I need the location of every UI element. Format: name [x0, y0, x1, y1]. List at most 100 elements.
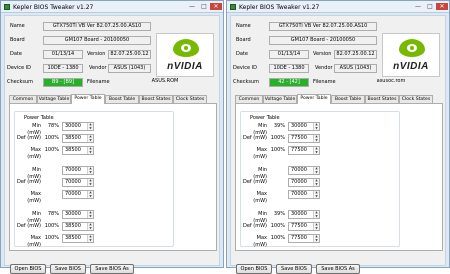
tab-common[interactable]: Common: [9, 95, 37, 103]
name-label: Name: [236, 23, 251, 29]
tab-boost-table[interactable]: Boost Table: [105, 95, 139, 103]
power-value-spinner[interactable]: 77500 ▲ ▼: [288, 222, 320, 231]
tab-voltage-table[interactable]: Voltage Table: [37, 95, 71, 103]
spinner-arrows-icon[interactable]: ▲ ▼: [87, 210, 93, 218]
checksum-field: 42 - [42]: [269, 78, 309, 87]
power-value-spinner[interactable]: 70000 ▲ ▼: [288, 178, 320, 187]
power-value-text[interactable]: 38500: [65, 223, 81, 229]
minimize-button[interactable]: —: [413, 3, 423, 10]
power-value-text[interactable]: 70000: [65, 191, 81, 197]
save-bios-as-button[interactable]: Save BIOS As: [90, 264, 134, 274]
name-field: GTX750Ti VB Ver 82.07.25.00.AS10: [43, 22, 151, 31]
power-value-text[interactable]: 70000: [291, 191, 307, 197]
open-bios-button[interactable]: Open BIOS: [236, 264, 272, 274]
tab-voltage-table[interactable]: Voltage Table: [263, 95, 297, 103]
spinner-arrows-icon[interactable]: ▲ ▼: [313, 222, 319, 230]
power-value-spinner[interactable]: 77500 ▲ ▼: [288, 146, 320, 155]
spinner-arrows-icon[interactable]: ▲ ▼: [313, 190, 319, 198]
spinner-arrows-icon[interactable]: ▲ ▼: [87, 234, 93, 242]
power-row-percent: 39%: [273, 123, 285, 129]
spinner-arrows-icon[interactable]: ▲ ▼: [87, 134, 93, 142]
tab-power-table[interactable]: Power Table: [297, 94, 331, 104]
spinner-arrows-icon[interactable]: ▲ ▼: [87, 166, 93, 174]
power-value-spinner[interactable]: 77500 ▲ ▼: [288, 134, 320, 143]
power-value-text[interactable]: 30000: [291, 123, 307, 129]
close-button[interactable]: ✕: [210, 3, 222, 10]
board-label: Board: [10, 37, 25, 43]
power-table-title: Power Table: [22, 115, 56, 122]
power-value-text[interactable]: 70000: [291, 179, 307, 185]
spinner-arrows-icon[interactable]: ▲ ▼: [313, 210, 319, 218]
spinner-arrows-icon[interactable]: ▲ ▼: [313, 234, 319, 242]
spinner-arrows-icon[interactable]: ▲ ▼: [313, 166, 319, 174]
spinner-arrows-icon[interactable]: ▲ ▼: [313, 178, 319, 186]
tab-clock-states[interactable]: Clock States: [399, 95, 433, 103]
power-row-percent: 100%: [44, 235, 59, 241]
tab-boost-states[interactable]: Boost States: [139, 95, 173, 103]
open-bios-button[interactable]: Open BIOS: [10, 264, 46, 274]
tab-clock-states[interactable]: Clock States: [173, 95, 207, 103]
spinner-arrows-icon[interactable]: ▲ ▼: [87, 146, 93, 154]
power-value-text[interactable]: 77500: [291, 235, 307, 241]
power-value-text[interactable]: 38500: [65, 235, 81, 241]
spinner-arrows-icon[interactable]: ▲ ▼: [313, 134, 319, 142]
tab-boost-states[interactable]: Boost States: [365, 95, 399, 103]
save-bios-as-button[interactable]: Save BIOS As: [316, 264, 360, 274]
save-bios-button[interactable]: Save BIOS: [276, 264, 312, 274]
power-value-spinner[interactable]: 77500 ▲ ▼: [288, 234, 320, 243]
power-value-spinner[interactable]: 30000 ▲ ▼: [62, 210, 94, 219]
power-value-text[interactable]: 30000: [291, 211, 307, 217]
power-row-label: Def (mW): [243, 179, 267, 185]
version-label: Version: [87, 51, 106, 57]
power-value-text[interactable]: 30000: [65, 211, 81, 217]
power-value-text[interactable]: 38500: [65, 135, 81, 141]
power-value-text[interactable]: 77500: [291, 135, 307, 141]
maximize-button[interactable]: □: [425, 3, 435, 10]
title-bar[interactable]: Kepler BIOS Tweaker v1.27 — □ ✕: [1, 1, 223, 13]
nvidia-logo: nVIDIA: [382, 33, 440, 77]
power-row-percent: 100%: [44, 135, 59, 141]
spinner-arrows-icon[interactable]: ▲ ▼: [87, 178, 93, 186]
power-value-spinner[interactable]: 70000 ▲ ▼: [62, 178, 94, 187]
power-value-text[interactable]: 70000: [291, 167, 307, 173]
power-value-spinner[interactable]: 70000 ▲ ▼: [62, 166, 94, 175]
close-button[interactable]: ✕: [436, 3, 448, 10]
power-value-spinner[interactable]: 38500 ▲ ▼: [62, 234, 94, 243]
tab-common[interactable]: Common: [235, 95, 263, 103]
save-bios-button[interactable]: Save BIOS: [50, 264, 86, 274]
checksum-label: Checksum: [233, 79, 260, 85]
power-value-spinner[interactable]: 38500 ▲ ▼: [62, 222, 94, 231]
power-value-spinner[interactable]: 70000 ▲ ▼: [288, 190, 320, 199]
power-value-text[interactable]: 70000: [65, 179, 81, 185]
power-value-spinner[interactable]: 30000 ▲ ▼: [288, 210, 320, 219]
power-row-percent: 100%: [270, 135, 285, 141]
power-row-label: Def (mW): [17, 179, 41, 185]
name-label: Name: [10, 23, 25, 29]
version-field: 82.07.25.00.12: [108, 50, 151, 59]
maximize-button[interactable]: □: [199, 3, 209, 10]
title-bar[interactable]: Kepler BIOS Tweaker v1.27 — □ ✕: [227, 1, 449, 13]
power-value-text[interactable]: 77500: [291, 147, 307, 153]
spinner-arrows-icon[interactable]: ▲ ▼: [87, 190, 93, 198]
spinner-arrows-icon[interactable]: ▲ ▼: [87, 222, 93, 230]
power-value-text[interactable]: 30000: [65, 123, 81, 129]
power-value-spinner[interactable]: 38500 ▲ ▼: [62, 146, 94, 155]
power-table-group: Power Table Min (mW) 78% 30000 ▲ ▼ Def (mW) 10…: [14, 111, 174, 248]
tab-power-table[interactable]: Power Table: [71, 94, 105, 104]
power-value-text[interactable]: 77500: [291, 223, 307, 229]
minimize-button[interactable]: —: [187, 3, 197, 10]
filename-label: Filename: [87, 79, 110, 85]
filename-label: Filename: [313, 79, 336, 85]
spinner-arrows-icon[interactable]: ▲ ▼: [87, 122, 93, 130]
power-value-text[interactable]: 38500: [65, 147, 81, 153]
power-value-spinner[interactable]: 70000 ▲ ▼: [62, 190, 94, 199]
power-value-spinner[interactable]: 30000 ▲ ▼: [288, 122, 320, 131]
spinner-arrows-icon[interactable]: ▲ ▼: [313, 122, 319, 130]
nvidia-logo-text: nVIDIA: [393, 61, 429, 72]
power-value-spinner[interactable]: 38500 ▲ ▼: [62, 134, 94, 143]
power-value-text[interactable]: 70000: [65, 167, 81, 173]
power-value-spinner[interactable]: 70000 ▲ ▼: [288, 166, 320, 175]
power-value-spinner[interactable]: 30000 ▲ ▼: [62, 122, 94, 131]
spinner-arrows-icon[interactable]: ▲ ▼: [313, 146, 319, 154]
tab-boost-table[interactable]: Boost Table: [331, 95, 365, 103]
